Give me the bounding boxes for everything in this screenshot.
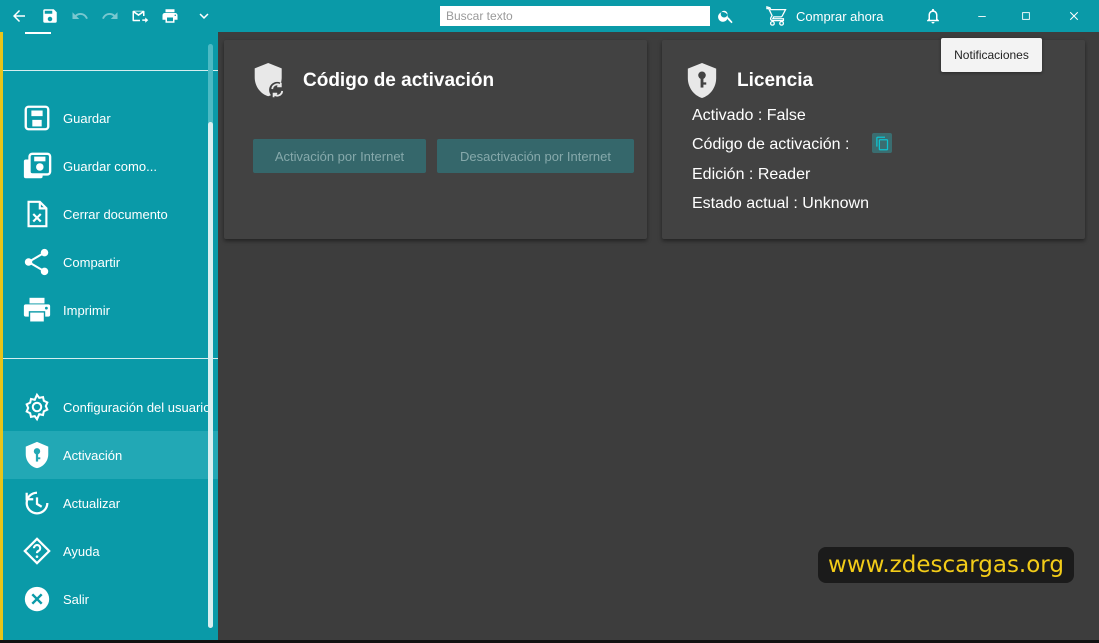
license-activation-code: Código de activación : — [692, 136, 850, 153]
sidebar-item-save[interactable]: Guardar — [3, 94, 218, 142]
chevron-down-icon[interactable] — [193, 5, 215, 27]
notifications-tooltip: Notificaciones — [941, 38, 1042, 72]
minimize-icon[interactable] — [971, 5, 993, 27]
printer-icon — [20, 293, 54, 327]
help-icon — [20, 534, 54, 568]
license-edition: Edición : Reader — [692, 166, 811, 183]
sidebar-scrollbar[interactable] — [208, 44, 213, 628]
sidebar-item-exit[interactable]: Salir — [3, 575, 218, 623]
sidebar-item-user-settings[interactable]: Configuración del usuario — [3, 383, 218, 431]
sidebar-item-activation[interactable]: Activación — [3, 431, 218, 479]
printer-icon[interactable] — [159, 5, 181, 27]
shield-key-icon — [685, 61, 719, 104]
close-document-icon — [20, 197, 54, 231]
license-status: Estado actual : Unknown — [692, 195, 869, 212]
copy-code-button[interactable] — [872, 133, 892, 153]
sidebar-item-label: Guardar como... — [63, 158, 157, 174]
sidebar-item-help[interactable]: Ayuda — [3, 527, 218, 575]
mail-send-icon[interactable] — [129, 5, 151, 27]
sidebar-item-label: Cerrar documento — [63, 206, 168, 222]
sidebar-item-label: Activación — [63, 447, 123, 463]
sidebar-item-save-as[interactable]: Guardar como... — [3, 142, 218, 190]
sidebar-item-label: Ayuda — [63, 543, 100, 559]
buy-now-label: Comprar ahora — [796, 8, 884, 24]
undo-icon[interactable] — [69, 5, 91, 27]
sidebar-item-update[interactable]: Actualizar — [3, 479, 218, 527]
card-title: Código de activación — [303, 70, 495, 91]
share-icon — [20, 245, 54, 279]
search-icon[interactable] — [715, 5, 737, 27]
maximize-icon[interactable] — [1015, 5, 1037, 27]
title-bar: Comprar ahora — [0, 0, 1099, 32]
cart-icon — [766, 5, 787, 26]
activation-card: Código de activación Activación por Inte… — [224, 40, 647, 239]
sidebar-item-label: Salir — [63, 591, 90, 607]
shield-key-icon — [20, 438, 54, 472]
sidebar-item-close-document[interactable]: Cerrar documento — [3, 190, 218, 238]
sidebar: Guardar Guardar como... Cerrar documento… — [0, 32, 218, 640]
gear-icon — [20, 390, 54, 424]
search-input[interactable] — [440, 6, 710, 26]
online-deactivation-button[interactable]: Desactivación por Internet — [437, 139, 634, 173]
save-icon — [20, 101, 54, 135]
scrollbar-thumb[interactable] — [208, 122, 213, 628]
close-icon[interactable] — [1063, 5, 1085, 27]
license-activated: Activado : False — [692, 107, 806, 124]
card-title: Licencia — [737, 70, 814, 91]
sidebar-item-print[interactable]: Imprimir — [3, 286, 218, 334]
exit-icon — [20, 582, 54, 616]
save-as-icon — [20, 149, 54, 183]
sidebar-item-label: Compartir — [63, 254, 121, 270]
buy-now-button[interactable]: Comprar ahora — [766, 5, 884, 26]
sidebar-divider — [3, 358, 218, 359]
sidebar-item-label: Configuración del usuario — [63, 399, 211, 415]
online-activation-button[interactable]: Activación por Internet — [253, 139, 426, 173]
menu-handle — [25, 32, 51, 34]
bell-icon[interactable] — [922, 5, 944, 27]
watermark: www.zdescargas.org — [818, 547, 1074, 583]
sidebar-item-label: Imprimir — [63, 302, 110, 318]
copy-icon — [875, 136, 888, 150]
shield-sync-icon — [252, 61, 288, 106]
redo-icon[interactable] — [99, 5, 121, 27]
save-icon[interactable] — [39, 5, 61, 27]
arrow-left-icon[interactable] — [8, 5, 30, 27]
update-icon — [20, 486, 54, 520]
sidebar-item-label: Guardar — [63, 110, 111, 126]
sidebar-divider — [3, 70, 218, 71]
sidebar-item-label: Actualizar — [63, 495, 121, 511]
sidebar-item-share[interactable]: Compartir — [3, 238, 218, 286]
